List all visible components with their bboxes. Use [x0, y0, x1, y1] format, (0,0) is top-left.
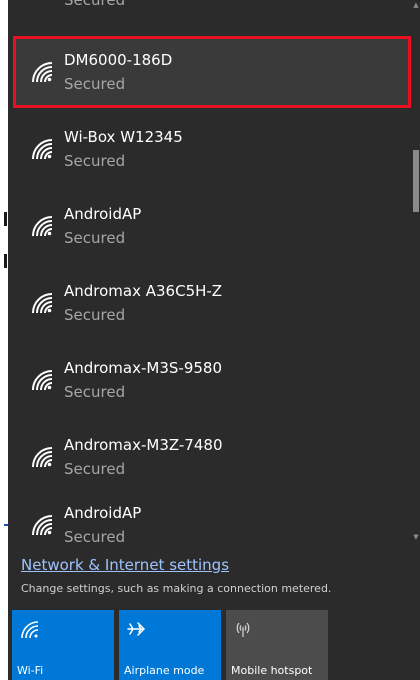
wifi-signal-icon — [32, 62, 53, 83]
background-glyph — [4, 212, 7, 226]
network-status: Secured — [64, 383, 126, 401]
airplane-mode-tile[interactable]: Airplane mode — [119, 610, 221, 680]
network-name: Wi-Box W12345 — [64, 128, 183, 146]
scroll-up-arrow-icon[interactable]: ▲ — [412, 0, 420, 10]
network-flyout: Secured DM6000-186D Secured Wi-Box W1234… — [8, 0, 420, 680]
wifi-toggle-tile[interactable]: Wi-Fi — [12, 610, 114, 680]
network-item-andromax-m3z-7480[interactable]: Andromax-M3Z-7480 Secured — [8, 421, 412, 493]
tile-label: Mobile hotspot — [231, 664, 313, 677]
network-item-androidap-2[interactable]: AndroidAP Secured — [8, 489, 412, 545]
network-status: Secured — [64, 306, 126, 324]
network-item-androidap[interactable]: AndroidAP Secured — [8, 190, 412, 262]
wifi-signal-icon — [32, 370, 53, 391]
tile-label: Wi-Fi — [17, 664, 44, 677]
settings-description: Change settings, such as making a connec… — [21, 582, 332, 595]
partial-network-status: Secured — [64, 0, 126, 9]
network-name: Andromax-M3Z-7480 — [64, 436, 223, 454]
wifi-signal-icon — [32, 515, 53, 536]
network-status: Secured — [64, 75, 126, 93]
wifi-icon — [21, 621, 39, 639]
network-name: Andromax A36C5H-Z — [64, 282, 223, 300]
background-glyph — [4, 254, 7, 268]
scroll-down-arrow-icon[interactable]: ▼ — [412, 532, 420, 542]
network-item-andromax-a36c5h-z[interactable]: Andromax A36C5H-Z Secured — [8, 267, 412, 339]
network-name: AndroidAP — [64, 205, 142, 223]
wifi-signal-icon — [32, 216, 53, 237]
selection-highlight — [13, 36, 411, 108]
network-name: Andromax-M3S-9580 — [64, 359, 222, 377]
network-internet-settings-link[interactable]: Network & Internet settings — [21, 556, 229, 574]
network-list[interactable]: Secured DM6000-186D Secured Wi-Box W1234… — [8, 0, 412, 545]
network-status: Secured — [64, 229, 126, 247]
mobile-hotspot-tile[interactable]: Mobile hotspot — [226, 610, 328, 680]
screen: Secured DM6000-186D Secured Wi-Box W1234… — [0, 0, 420, 680]
airplane-icon — [127, 622, 146, 636]
wifi-signal-icon — [32, 293, 53, 314]
wifi-signal-icon — [32, 447, 53, 468]
network-status: Secured — [64, 460, 126, 478]
network-item-andromax-m3s-9580[interactable]: Andromax-M3S-9580 Secured — [8, 344, 412, 416]
network-list-scrollbar[interactable]: ▲ ▼ — [412, 0, 420, 545]
network-status: Secured — [64, 152, 126, 170]
network-status: Secured — [64, 528, 126, 545]
network-item-dm6000-186d[interactable]: DM6000-186D Secured — [8, 36, 412, 108]
network-name: AndroidAP — [64, 504, 142, 522]
network-item-wi-box-w12345[interactable]: Wi-Box W12345 Secured — [8, 113, 412, 185]
hotspot-icon — [236, 622, 250, 637]
scroll-thumb[interactable] — [413, 150, 419, 212]
tile-label: Airplane mode — [124, 664, 205, 677]
network-name: DM6000-186D — [64, 51, 173, 69]
wifi-signal-icon — [32, 139, 53, 160]
